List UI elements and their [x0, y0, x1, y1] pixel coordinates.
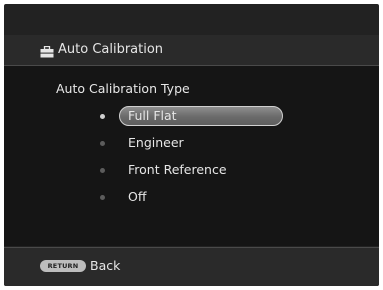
back-button[interactable]: Back — [90, 258, 120, 273]
footer-bar: RETURN Back — [4, 247, 379, 286]
section-label: Auto Calibration Type — [56, 81, 190, 96]
return-button-icon: RETURN — [40, 260, 86, 272]
option-label: Front Reference — [128, 162, 227, 177]
header-bar: Auto Calibration — [4, 35, 379, 66]
option-off[interactable]: Off — [100, 187, 300, 209]
option-label: Full Flat — [128, 108, 177, 123]
calibration-screen: Auto Calibration Auto Calibration Type F… — [4, 4, 379, 286]
toolbox-icon — [40, 43, 54, 58]
option-label: Engineer — [128, 135, 184, 150]
option-front-reference[interactable]: Front Reference — [100, 160, 300, 182]
page-title: Auto Calibration — [58, 42, 164, 57]
option-engineer[interactable]: Engineer — [100, 133, 300, 155]
content-area: Auto Calibration Type Full Flat Engineer… — [4, 66, 379, 246]
bullet-icon — [100, 195, 105, 200]
bullet-icon — [100, 168, 105, 173]
selected-bullet-icon — [100, 114, 105, 119]
option-full-flat[interactable]: Full Flat — [100, 106, 300, 128]
bullet-icon — [100, 141, 105, 146]
option-label: Off — [128, 189, 147, 204]
